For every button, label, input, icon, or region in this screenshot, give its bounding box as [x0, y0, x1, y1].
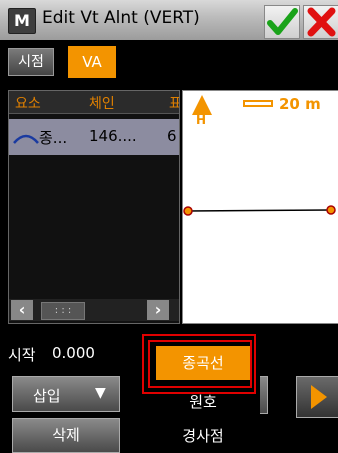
highlight-outline-inner — [148, 340, 252, 388]
scroll-thumb[interactable]: : : : — [41, 302, 85, 320]
insert-label: 삽입 — [33, 387, 61, 405]
column-header-element[interactable]: 요소 — [15, 93, 41, 113]
ok-button[interactable] — [264, 5, 300, 39]
vertical-profile — [183, 205, 336, 216]
table-row[interactable]: 종... 146.... 6 — [9, 119, 179, 155]
tab-va[interactable]: VA — [68, 46, 116, 78]
north-letter: H — [196, 113, 207, 127]
play-arrow-icon — [311, 385, 327, 409]
list-header: 요소 체인 표 — [9, 91, 179, 114]
cell-element: 종... — [39, 129, 68, 147]
checkmark-icon — [267, 8, 298, 35]
start-value: 0.000 — [52, 344, 95, 362]
menu-item-grade-point[interactable]: 경사점 — [156, 420, 250, 452]
scroll-left-button[interactable]: ‹ — [11, 300, 33, 320]
alignment-graph[interactable]: H 20 m — [182, 90, 338, 324]
horizontal-scrollbar[interactable]: ‹ : : : › — [9, 299, 179, 321]
next-button[interactable] — [296, 376, 338, 418]
app-menu-icon[interactable]: M — [8, 8, 36, 34]
scale-bar — [243, 100, 273, 107]
start-label: 시작 — [8, 346, 36, 364]
close-icon — [307, 7, 336, 37]
title-bar: M Edit Vt Alnt (VERT) — [0, 0, 338, 40]
close-button[interactable] — [303, 5, 338, 39]
scale-label: 20 m — [279, 95, 321, 113]
vertical-curve-icon — [13, 134, 39, 144]
column-header-chain[interactable]: 체인 — [89, 93, 115, 113]
cell-chain: 146.... — [89, 127, 137, 145]
window-title: Edit Vt Alnt (VERT) — [42, 8, 200, 28]
cell-extra: 6 — [167, 127, 177, 145]
tab-start[interactable]: 시점 — [8, 48, 54, 76]
element-list[interactable]: 요소 체인 표 종... 146.... 6 ‹ : : : › — [8, 90, 180, 324]
insert-button[interactable]: 삽입 ▼ — [12, 376, 120, 412]
chevron-down-icon: ▼ — [95, 385, 106, 401]
delete-button[interactable]: 삭제 — [12, 418, 120, 453]
scroll-right-button[interactable]: › — [147, 300, 169, 320]
column-header-extra[interactable]: 표 — [169, 93, 179, 113]
